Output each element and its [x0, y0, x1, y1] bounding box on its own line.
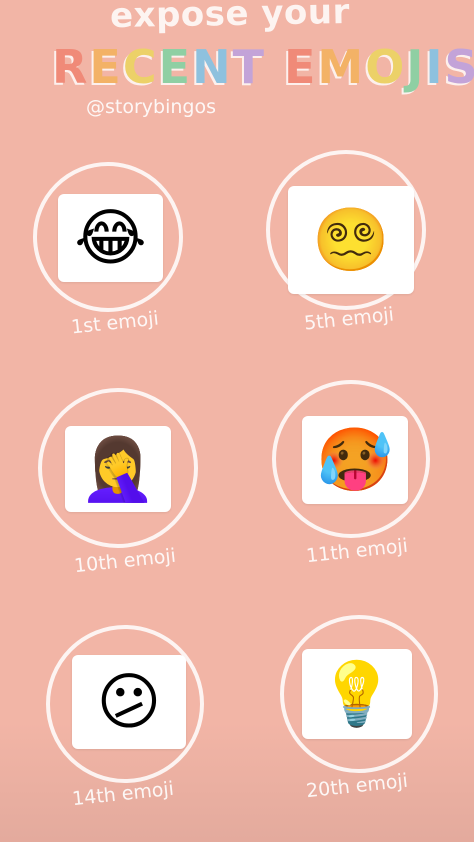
face-with-tears-of-joy-icon: 😂 — [74, 201, 147, 274]
title-letter: O — [365, 40, 407, 94]
title-letter: M — [317, 40, 366, 94]
emoji-card: 😂 — [58, 194, 163, 282]
title: RECENT EMOJIS — [52, 40, 474, 94]
slot-label: 11th emoji — [305, 534, 409, 568]
emoji-card: 🤦‍♀️ — [65, 426, 171, 512]
emoji-card: 😵‍💫 — [288, 186, 414, 294]
title-letter: T — [232, 40, 266, 94]
slot-label: 20th emoji — [305, 769, 409, 803]
title-letter — [266, 40, 284, 94]
title-letter: S — [444, 40, 474, 94]
emoji-slot-2: 😵‍💫 5th emoji — [266, 150, 446, 340]
title-letter: R — [52, 40, 90, 94]
title-letter: E — [158, 40, 193, 94]
emoji-slot-5: 😕 14th emoji — [46, 625, 226, 815]
emoji-card: 🥵 — [302, 416, 408, 504]
slot-label: 14th emoji — [71, 777, 175, 811]
emoji-card: 😕 — [72, 655, 186, 749]
confused-face-icon: 😕 — [96, 665, 162, 738]
title-letter: N — [192, 40, 233, 94]
title-letter: J — [406, 40, 426, 94]
woman-facepalming-icon: 🤦‍♀️ — [79, 432, 157, 505]
tagline: expose your — [109, 0, 351, 37]
title-letter: I — [425, 40, 445, 94]
emoji-slot-6: 💡 20th emoji — [280, 615, 460, 805]
slot-label: 1st emoji — [70, 307, 160, 339]
title-letter: C — [122, 40, 159, 94]
emoji-card: 💡 — [302, 649, 412, 739]
emoji-slot-4: 🥵 11th emoji — [272, 380, 452, 570]
slot-label: 10th emoji — [73, 544, 177, 578]
title-letter: E — [89, 40, 123, 94]
handle: @storybingos — [86, 96, 216, 118]
title-letter: E — [283, 40, 318, 94]
slot-label: 5th emoji — [303, 303, 395, 335]
face-with-spiral-eyes-icon: 😵‍💫 — [312, 203, 390, 276]
hot-face-icon: 🥵 — [316, 423, 394, 496]
emoji-slot-1: 😂 1st emoji — [33, 162, 213, 352]
light-bulb-icon: 💡 — [318, 657, 396, 730]
emoji-slot-3: 🤦‍♀️ 10th emoji — [38, 388, 218, 578]
